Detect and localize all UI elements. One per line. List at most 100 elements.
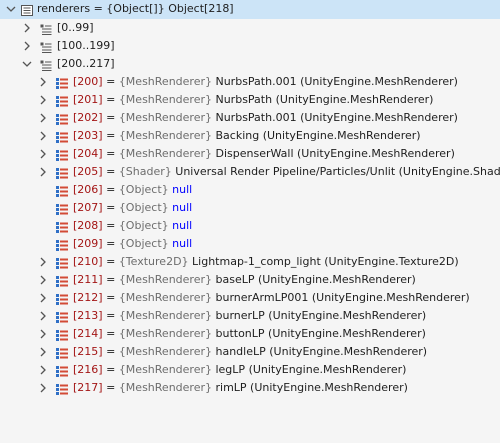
watch-group-row[interactable]: [100..199] — [0, 37, 500, 55]
watch-item-row[interactable]: [217] = {MeshRenderer} rimLP (UnityEngin… — [0, 379, 500, 397]
item-value: buttonLP — [215, 327, 265, 340]
item-type: {MeshRenderer} — [118, 75, 212, 88]
watch-item-row[interactable]: [209] = {Object} null — [0, 235, 500, 253]
chevron-down-icon[interactable] — [22, 55, 32, 73]
watch-item-row[interactable]: [208] = {Object} null — [0, 217, 500, 235]
item-type: {Shader} — [118, 165, 172, 178]
item-class: (UnityEngine.MeshRenderer) — [311, 291, 470, 304]
watch-item-row[interactable]: [215] = {MeshRenderer} handleLP (UnityEn… — [0, 343, 500, 361]
watch-item-row[interactable]: [204] = {MeshRenderer} DispenserWall (Un… — [0, 145, 500, 163]
watch-tree: renderers = {Object[]} Object[218] [0..9… — [0, 0, 500, 397]
watch-item-row[interactable]: [207] = {Object} null — [0, 199, 500, 217]
item-value: rimLP — [215, 381, 247, 394]
chevron-right-icon[interactable] — [22, 37, 32, 55]
item-type: {MeshRenderer} — [118, 291, 212, 304]
chevron-right-icon[interactable] — [38, 271, 48, 289]
item-eq: = — [102, 273, 119, 286]
item-class: (UnityEngine.MeshRenderer) — [300, 75, 458, 88]
array-group-icon — [40, 59, 52, 71]
watch-item-row[interactable]: [205] = {Shader} Universal Render Pipeli… — [0, 163, 500, 181]
watch-item-row[interactable]: [206] = {Object} null — [0, 181, 500, 199]
chevron-right-icon[interactable] — [38, 325, 48, 343]
chevron-down-icon[interactable] — [6, 0, 16, 18]
item-value: legLP — [215, 363, 246, 376]
item-type: {MeshRenderer} — [118, 309, 212, 322]
watch-root-row[interactable]: renderers = {Object[]} Object[218] — [0, 0, 500, 19]
item-index: [203] — [73, 129, 103, 142]
watch-item-row[interactable]: [202] = {MeshRenderer} NurbsPath.001 (Un… — [0, 109, 500, 127]
field-icon — [56, 77, 68, 89]
item-class: (UnityEngine.MeshRenderer) — [250, 381, 408, 394]
item-class: (UnityEngine.MeshRenderer) — [268, 327, 426, 340]
field-icon — [56, 347, 68, 359]
item-class: (UnityEngine.MeshRenderer) — [248, 363, 407, 376]
item-eq: = — [102, 345, 119, 358]
item-eq: = — [102, 327, 119, 340]
item-index: [217] — [73, 381, 103, 394]
item-eq: = — [102, 363, 119, 376]
root-name: renderers — [37, 2, 91, 15]
item-eq: = — [102, 111, 119, 124]
watch-item-row[interactable]: [214] = {MeshRenderer} buttonLP (UnityEn… — [0, 325, 500, 343]
chevron-right-icon[interactable] — [22, 19, 32, 37]
item-type: {Object} — [118, 237, 169, 250]
chevron-right-icon[interactable] — [38, 307, 48, 325]
chevron-right-icon[interactable] — [38, 73, 48, 91]
field-icon — [56, 167, 68, 179]
field-icon — [56, 293, 68, 305]
item-class: (UnityEngine.MeshRenderer) — [262, 129, 421, 142]
item-value: null — [172, 183, 193, 196]
item-value: handleLP — [215, 345, 266, 358]
chevron-right-icon[interactable] — [38, 163, 48, 181]
item-value: burnerArmLP001 — [215, 291, 309, 304]
item-value: NurbsPath — [215, 93, 273, 106]
item-class: (UnityEngine.MeshRenderer) — [275, 93, 434, 106]
field-icon — [56, 203, 68, 215]
chevron-right-icon[interactable] — [38, 91, 48, 109]
field-icon — [56, 221, 68, 233]
watch-item-row[interactable]: [211] = {MeshRenderer} baseLP (UnityEngi… — [0, 271, 500, 289]
item-index: [214] — [73, 327, 103, 340]
watch-item-row[interactable]: [200] = {MeshRenderer} NurbsPath.001 (Un… — [0, 73, 500, 91]
group-label: [100..199] — [57, 39, 115, 52]
group-label: [200..217] — [57, 57, 115, 70]
item-index: [207] — [73, 201, 103, 214]
chevron-right-icon[interactable] — [38, 109, 48, 127]
item-index: [208] — [73, 219, 103, 232]
root-eq: = — [90, 2, 107, 15]
item-index: [211] — [73, 273, 103, 286]
item-type: {MeshRenderer} — [118, 147, 212, 160]
chevron-right-icon[interactable] — [38, 253, 48, 271]
field-icon — [56, 131, 68, 143]
field-icon — [56, 365, 68, 377]
item-class: (UnityEngine.MeshRenderer) — [297, 147, 455, 160]
watch-item-row[interactable]: [203] = {MeshRenderer} Backing (UnityEng… — [0, 127, 500, 145]
item-value: Universal Render Pipeline/Particles/Unli… — [175, 165, 396, 178]
watch-item-row[interactable]: [216] = {MeshRenderer} legLP (UnityEngin… — [0, 361, 500, 379]
item-eq: = — [102, 147, 119, 160]
item-index: [210] — [73, 255, 103, 268]
chevron-right-icon[interactable] — [38, 361, 48, 379]
array-icon — [21, 4, 33, 16]
watch-group-row[interactable]: [0..99] — [0, 19, 500, 37]
watch-item-row[interactable]: [212] = {MeshRenderer} burnerArmLP001 (U… — [0, 289, 500, 307]
item-eq: = — [102, 201, 119, 214]
field-icon — [56, 95, 68, 107]
chevron-right-icon[interactable] — [38, 343, 48, 361]
item-type: {MeshRenderer} — [118, 273, 212, 286]
chevron-right-icon[interactable] — [38, 145, 48, 163]
watch-item-row[interactable]: [213] = {MeshRenderer} burnerLP (UnityEn… — [0, 307, 500, 325]
chevron-right-icon[interactable] — [38, 289, 48, 307]
group-label: [0..99] — [57, 21, 94, 34]
item-class: (UnityEngine.MeshRenderer) — [269, 345, 428, 358]
field-icon — [56, 329, 68, 341]
chevron-right-icon[interactable] — [38, 127, 48, 145]
watch-item-row[interactable]: [201] = {MeshRenderer} NurbsPath (UnityE… — [0, 91, 500, 109]
watch-item-row[interactable]: [210] = {Texture2D} Lightmap-1_comp_ligh… — [0, 253, 500, 271]
chevron-right-icon[interactable] — [38, 379, 48, 397]
item-index: [202] — [73, 111, 103, 124]
field-icon — [56, 383, 68, 395]
item-value: null — [172, 201, 193, 214]
field-icon — [56, 113, 68, 125]
watch-group-row[interactable]: [200..217] — [0, 55, 500, 73]
